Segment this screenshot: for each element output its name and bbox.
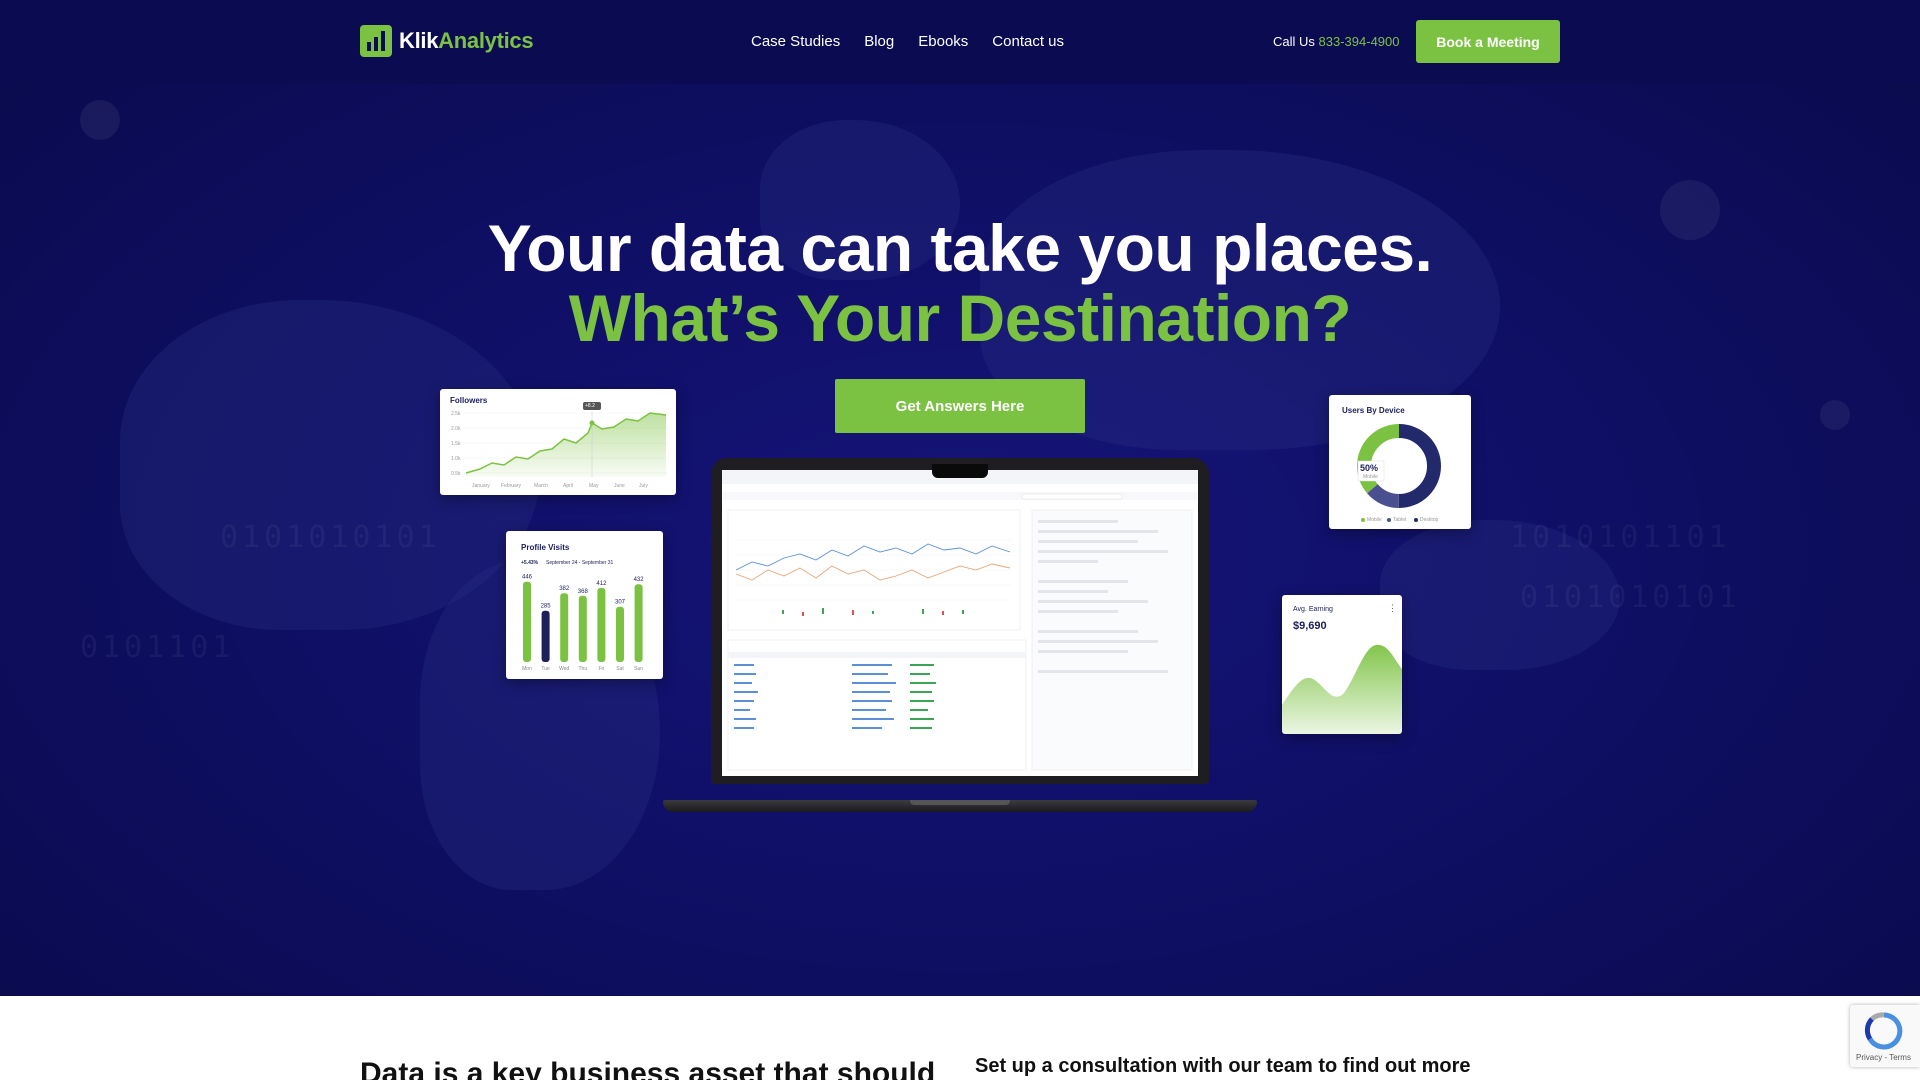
visit-day-label: Thu <box>578 666 587 672</box>
call-us-number[interactable]: 833-394-4900 <box>1319 34 1400 49</box>
y-tick: 2.5k <box>451 411 461 417</box>
users-by-device-card: Users By Device 50% Mobile Mobile Tablet… <box>1329 395 1471 529</box>
avg-earning-card: Avg. Earning ⋮ $9,690 <box>1282 595 1402 734</box>
lower-left-heading: Data is a key business asset that should <box>360 1057 936 1080</box>
x-tick: July <box>639 483 648 489</box>
visit-day-label: Sun <box>634 666 643 672</box>
logo-bars-icon <box>360 25 392 57</box>
x-tick: March <box>534 483 548 489</box>
legend-mobile: Mobile <box>1367 517 1382 523</box>
legend-desktop: Desktop <box>1420 517 1439 523</box>
top-nav: KlikAnalytics Case Studies Blog Ebooks C… <box>0 0 1920 84</box>
visit-day-label: Mon <box>522 666 532 672</box>
bg-glow <box>1820 400 1850 430</box>
y-tick: 1.5k <box>451 441 461 447</box>
users-by-device-donut <box>1357 424 1441 522</box>
nav-link-blog[interactable]: Blog <box>864 33 894 50</box>
laptop-base-lip <box>910 800 1010 805</box>
logo-text: KlikAnalytics <box>399 28 534 54</box>
book-meeting-button[interactable]: Book a Meeting <box>1416 20 1560 63</box>
lower-right-heading: Set up a consultation with our team to f… <box>975 1055 1471 1077</box>
visit-day-label: Sat <box>616 666 624 672</box>
dashboard-mockup <box>722 470 1198 771</box>
followers-tooltip: +8.2 <box>585 403 595 409</box>
visit-bar <box>616 606 624 662</box>
visit-bar <box>597 587 606 662</box>
followers-card: Followers +8.2 2.5k 2.0k 1.5k 1.0k 0.5k … <box>440 389 676 495</box>
bg-glow <box>80 100 120 140</box>
call-us-label: Call Us <box>1273 34 1315 49</box>
visit-value-label: 446 <box>522 575 533 581</box>
logo-text-klik: Klik <box>399 28 439 53</box>
visit-day-label: Wed <box>559 666 569 672</box>
get-answers-button[interactable]: Get Answers Here <box>835 379 1085 433</box>
followers-chart <box>464 402 668 477</box>
visit-value-label: 412 <box>596 581 607 587</box>
device-center-label: Mobile <box>1363 474 1378 480</box>
profile-visits-chart: 446 Mon 285 Tue 382 Wed 368 Thu 412 Fri 307 Sat 432 S… <box>522 575 645 672</box>
visit-bar <box>560 593 569 662</box>
visit-bar <box>523 581 531 662</box>
x-tick: May <box>589 483 599 489</box>
nav-links: Case Studies Blog Ebooks Contact us <box>751 33 1064 50</box>
recaptcha-badge[interactable]: Privacy - Terms <box>1850 1005 1920 1067</box>
legend-tablet: Tablet <box>1393 517 1407 523</box>
logo-text-analytics: Analytics <box>438 28 534 53</box>
nav-link-contact-us[interactable]: Contact us <box>992 33 1064 50</box>
bg-binary: 0101010101 <box>220 520 441 555</box>
profile-visits-card: Profile Visits +5.43% September 24 - Sep… <box>506 531 663 679</box>
visit-bar <box>541 610 550 662</box>
recaptcha-icon <box>1864 1012 1903 1050</box>
recaptcha-terms[interactable]: Privacy - Terms <box>1856 1053 1911 1062</box>
hero-subheadline: What’s Your Destination? <box>568 281 1352 355</box>
device-center-pct: 50% <box>1360 463 1379 473</box>
hero-headline: Your data can take you places. <box>487 211 1433 285</box>
visit-value-label: 307 <box>615 600 626 606</box>
y-tick: 2.0k <box>451 426 461 432</box>
lower-section <box>0 996 1920 1080</box>
bg-binary: 1010101101 <box>1510 520 1731 555</box>
visit-value-label: 432 <box>634 577 645 583</box>
x-tick: June <box>614 483 625 489</box>
bg-binary: 0101101 <box>80 630 235 665</box>
call-us: Call Us 833-394-4900 <box>1273 34 1400 49</box>
visit-value-label: 382 <box>559 586 570 592</box>
x-tick: February <box>501 483 522 489</box>
visit-day-label: Tue <box>541 666 550 672</box>
avg-earning-chart <box>1282 644 1402 734</box>
visit-value-label: 368 <box>578 589 589 595</box>
visit-bar <box>634 584 643 662</box>
visit-value-label: 285 <box>541 604 552 610</box>
y-tick: 0.5k <box>451 471 461 477</box>
laptop-camera-notch <box>932 464 988 478</box>
nav-link-ebooks[interactable]: Ebooks <box>918 33 968 50</box>
bg-binary: 0101010101 <box>1520 580 1741 615</box>
visit-bar <box>578 595 587 662</box>
y-tick: 1.0k <box>451 456 461 462</box>
x-tick: April <box>563 483 574 489</box>
x-tick: January <box>472 483 490 489</box>
logo[interactable]: KlikAnalytics <box>360 25 534 57</box>
nav-link-case-studies[interactable]: Case Studies <box>751 33 840 50</box>
laptop-dashboard-screen <box>722 470 1198 776</box>
visit-day-label: Fri <box>598 666 604 672</box>
